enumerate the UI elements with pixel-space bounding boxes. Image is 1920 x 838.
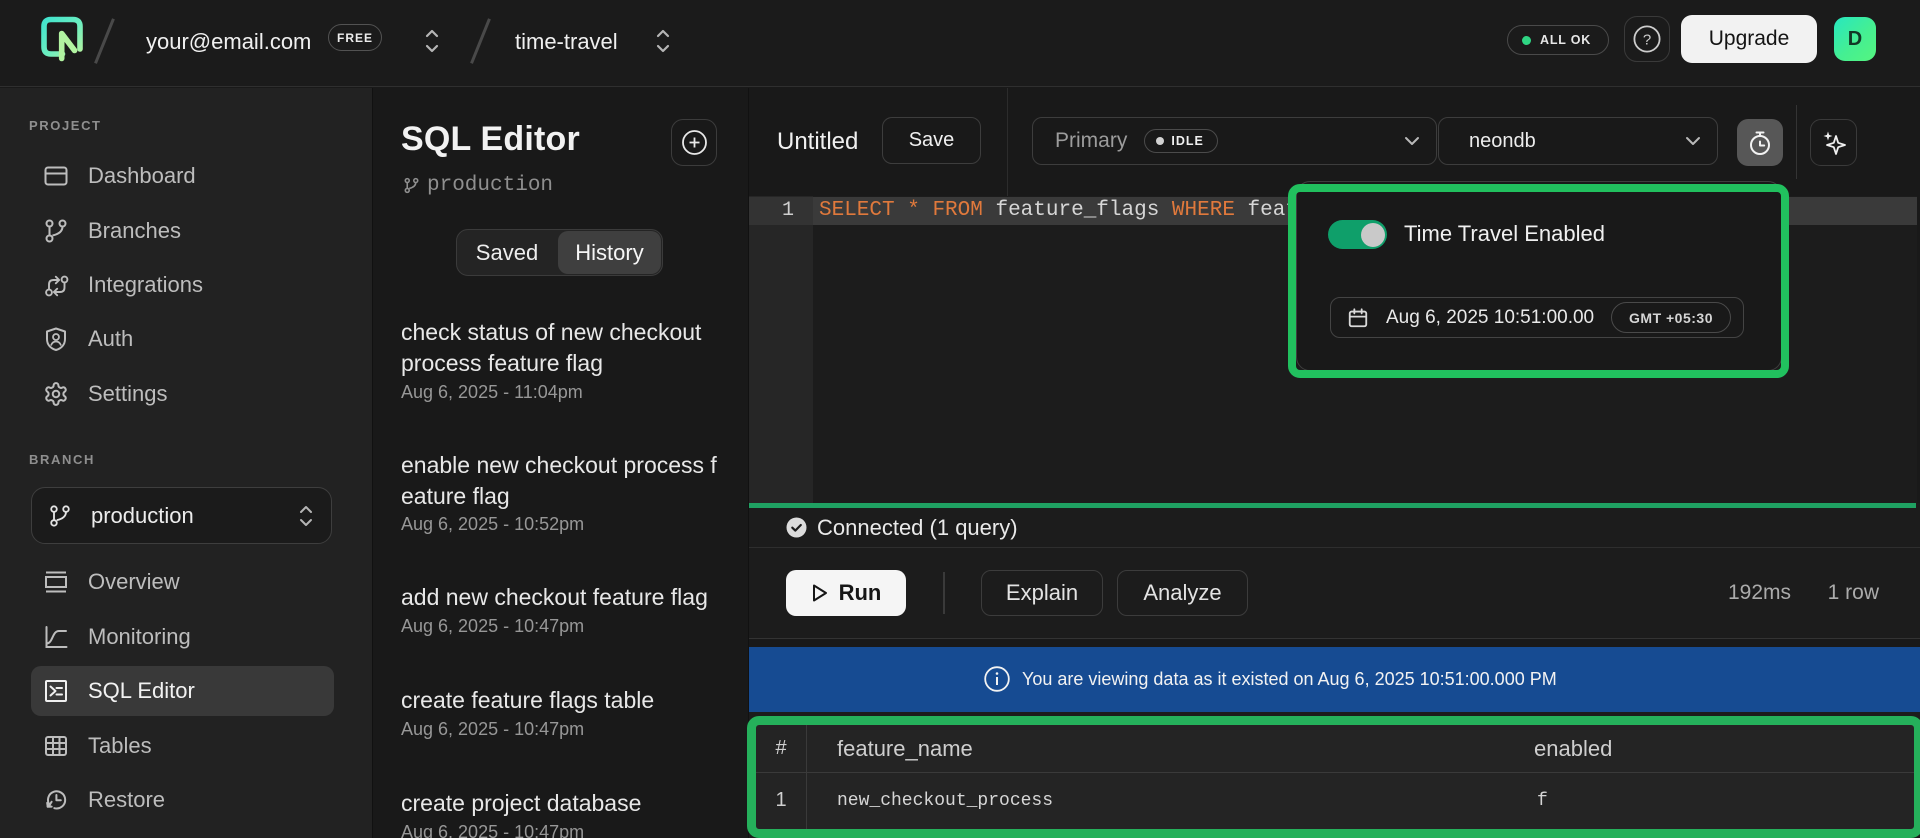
svg-text:?: ? [1643, 32, 1651, 49]
